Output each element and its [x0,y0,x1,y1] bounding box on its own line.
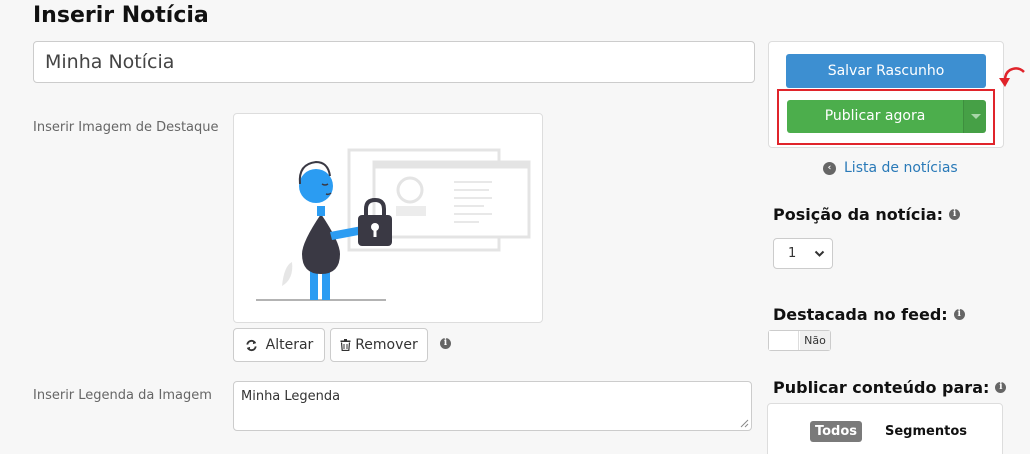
caption-label: Inserir Legenda da Imagem [33,388,212,403]
audience-heading-label: Publicar conteúdo para: [773,378,990,397]
featured-toggle[interactable]: Não [768,330,831,351]
position-heading: Posição da notícia: i [773,205,961,224]
chevron-left-circle-icon: ‹ [823,161,836,175]
featured-heading-label: Destacada no feed: [773,305,948,324]
curved-arrow-icon [999,67,1025,87]
info-icon[interactable]: i [953,309,965,320]
caption-value: Minha Legenda [241,389,341,404]
featured-image-illustration [256,148,531,301]
remove-image-button[interactable]: Remover [330,328,428,362]
page-title: Inserir Notícia [33,3,209,28]
toggle-state-label: Não [800,331,830,350]
caret-down-icon [971,114,981,119]
image-label: Inserir Imagem de Destaque [33,120,219,135]
save-draft-button[interactable]: Salvar Rascunho [786,54,986,88]
audience-option-segments[interactable]: Segmentos [885,421,967,442]
publish-now-button[interactable]: Publicar agora [787,100,963,133]
featured-image[interactable] [233,113,543,323]
audience-heading: Publicar conteúdo para: i [773,378,1007,397]
position-heading-label: Posição da notícia: [773,205,944,224]
audience-option-all[interactable]: Todos [810,421,862,442]
publish-options-toggle[interactable] [963,100,986,133]
news-list-link[interactable]: ‹ Lista de notícias [823,160,958,176]
info-icon[interactable]: i [995,382,1007,393]
featured-heading: Destacada no feed: i [773,305,965,324]
chevron-down-icon [814,250,825,257]
news-list-link-label: Lista de notícias [844,160,958,176]
caption-textarea[interactable]: Minha Legenda [233,381,752,431]
change-image-button[interactable]: Alterar [233,328,325,362]
info-icon[interactable]: i [949,209,961,220]
position-select-value: 1 [788,246,797,261]
refresh-icon [246,339,257,351]
toggle-knob [769,331,799,350]
title-input[interactable]: Minha Notícia [33,41,755,83]
resize-handle-icon[interactable] [740,419,749,428]
change-image-label: Alterar [265,337,314,353]
info-icon[interactable]: i [440,338,451,349]
remove-image-label: Remover [355,337,418,353]
trash-icon [340,339,351,351]
position-select[interactable]: 1 [773,238,833,269]
